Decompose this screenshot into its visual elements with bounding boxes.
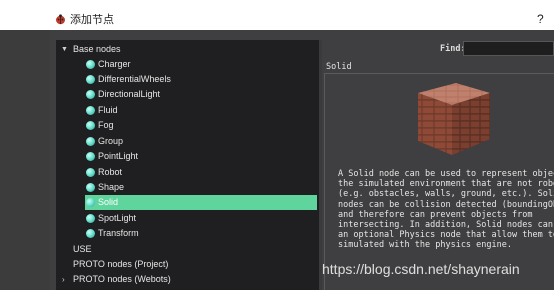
description-line: nodes can be collision detected (boundin… <box>338 199 554 210</box>
tree-item-charger[interactable]: Charger <box>56 57 319 72</box>
watermark-text: https://blog.csdn.net/shaynerain <box>322 261 520 277</box>
node-sphere-icon <box>86 137 95 146</box>
tree-item-label: DirectionalLight <box>98 89 161 99</box>
tree-item-fluid[interactable]: Fluid <box>56 103 319 118</box>
node-sphere-icon <box>86 183 95 192</box>
tree-item-solid[interactable]: Solid <box>85 195 317 210</box>
node-sphere-icon <box>86 60 95 69</box>
node-sphere-icon <box>86 75 95 84</box>
tree-item-label: PointLight <box>98 151 139 161</box>
tree-item-group[interactable]: Group <box>56 134 319 149</box>
collapsed-arrow-icon[interactable]: › <box>62 272 65 287</box>
tree-item-label: PROTO nodes (Webots) <box>73 274 171 284</box>
find-label: Find: <box>440 44 466 54</box>
node-description: A Solid node can be used to represent ob… <box>338 169 554 269</box>
tree-item-label: Robot <box>98 167 123 177</box>
node-sphere-icon <box>86 198 95 207</box>
tree-item-use[interactable]: USE <box>56 242 319 257</box>
tree-item-label: Transform <box>98 228 139 238</box>
tree-item-differentialwheels[interactable]: DifferentialWheels <box>56 72 319 87</box>
node-sphere-icon <box>86 106 95 115</box>
tree-item-shape[interactable]: Shape <box>56 180 319 195</box>
tree-item-label: Fluid <box>98 105 118 115</box>
tree-item-label: Solid <box>98 197 119 207</box>
dialog-title-bar: 添加节点 ? <box>0 0 554 30</box>
webots-ladybug-icon <box>56 14 65 25</box>
tree-group-proto-webots[interactable]: › PROTO nodes (Webots) <box>56 272 319 287</box>
tree-group-label: Base nodes <box>73 44 121 54</box>
tree-item-label: DifferentialWheels <box>98 74 171 84</box>
solid-preview-image <box>418 83 490 155</box>
description-line: an optional Physics node that allow them… <box>338 230 554 241</box>
tree-group-base-nodes[interactable]: ▼ Base nodes <box>56 42 319 57</box>
description-line: and therefore can prevent objects from <box>338 209 533 220</box>
info-panel-title: Solid <box>326 62 352 72</box>
node-sphere-icon <box>86 168 95 177</box>
description-line: simulated with the physics engine. <box>338 240 512 251</box>
tree-group-proto-project[interactable]: PROTO nodes (Project) <box>56 257 319 272</box>
node-sphere-icon <box>86 229 95 238</box>
expanded-arrow-icon[interactable]: ▼ <box>61 42 68 57</box>
description-line: the simulated environment that are not r… <box>338 179 554 190</box>
description-line: (e.g. obstacles, walls, ground, etc.). S… <box>338 189 554 200</box>
node-sphere-icon <box>86 152 95 161</box>
tree-item-pointlight[interactable]: PointLight <box>56 149 319 164</box>
node-sphere-icon <box>86 214 95 223</box>
node-tree[interactable]: ▼ Base nodes Charger DifferentialWheels … <box>56 40 319 290</box>
tree-item-label: Fog <box>98 120 114 130</box>
find-input[interactable] <box>463 41 554 56</box>
tree-item-label: PROTO nodes (Project) <box>73 259 169 269</box>
description-line: A Solid node can be used to represent ob… <box>338 169 554 179</box>
tree-item-transform[interactable]: Transform <box>56 226 319 241</box>
tree-item-label: SpotLight <box>98 213 137 223</box>
node-sphere-icon <box>86 90 95 99</box>
tree-item-label: Group <box>98 136 124 146</box>
help-button[interactable]: ? <box>537 12 544 26</box>
tree-item-robot[interactable]: Robot <box>56 165 319 180</box>
tree-item-spotlight[interactable]: SpotLight <box>56 211 319 226</box>
tree-item-label: Charger <box>98 59 131 69</box>
tree-item-fog[interactable]: Fog <box>56 118 319 133</box>
tree-item-directionallight[interactable]: DirectionalLight <box>56 87 319 102</box>
dialog-title: 添加节点 <box>70 13 114 26</box>
background-window-edge <box>0 30 50 290</box>
tree-item-label: Shape <box>98 182 125 192</box>
description-line: intersecting. In addition, Solid nodes c… <box>338 220 553 231</box>
node-sphere-icon <box>86 121 95 130</box>
tree-item-label: USE <box>73 244 92 254</box>
